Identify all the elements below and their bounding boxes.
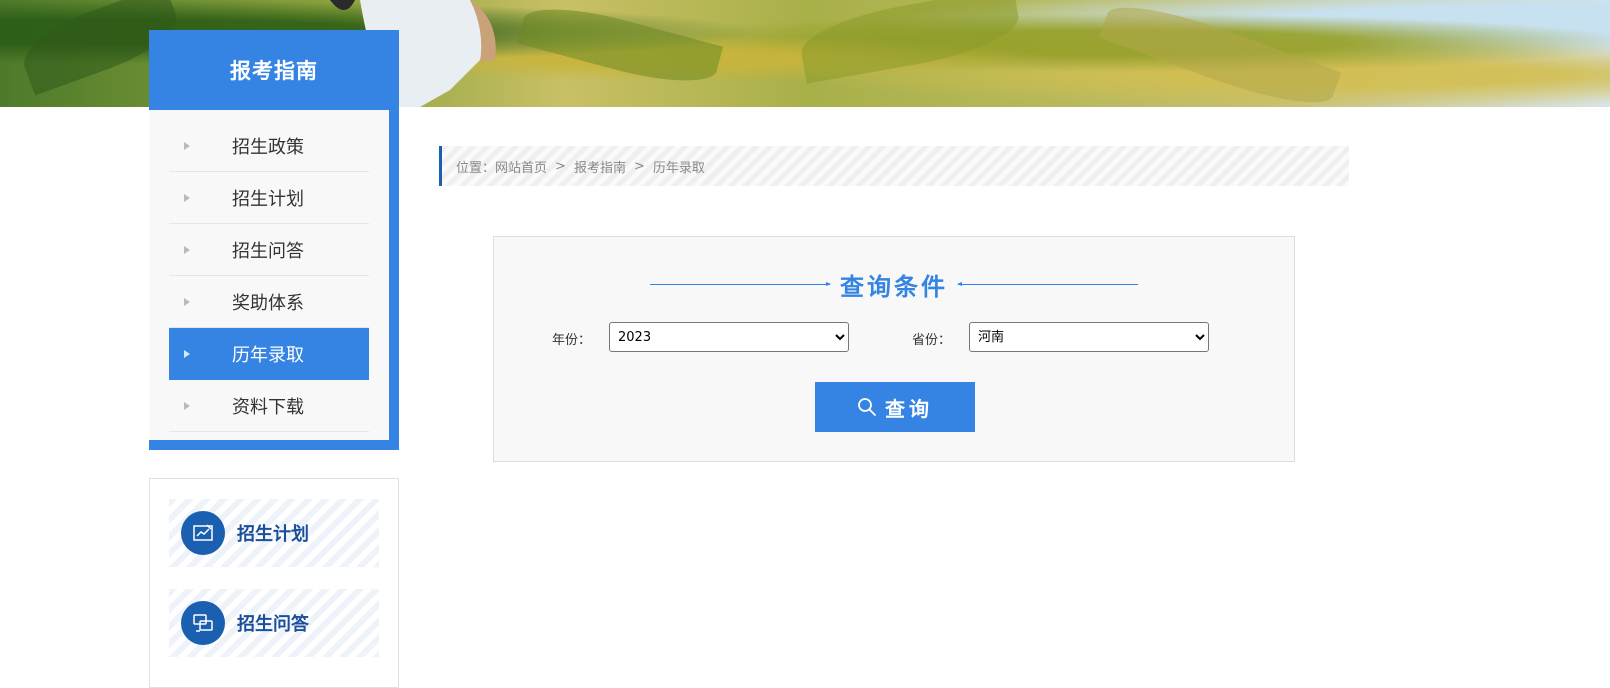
sidebar-item-qa[interactable]: 招生问答 (169, 224, 369, 276)
breadcrumb-separator: > (555, 158, 566, 174)
title-divider-left (650, 282, 831, 286)
query-title: 查询条件 (494, 267, 1294, 302)
sidebar-item-label: 奖助体系 (232, 292, 304, 314)
triangle-right-icon (184, 245, 190, 254)
sidebar-item-label: 资料下载 (232, 396, 304, 418)
breadcrumb-home-link[interactable]: 网站首页 (495, 157, 547, 176)
sidebar-item-downloads[interactable]: 资料下载 (169, 380, 369, 432)
breadcrumb-prefix: 位置： (456, 160, 496, 176)
qa-icon (181, 601, 225, 645)
triangle-right-icon (184, 297, 190, 306)
breadcrumb-current[interactable]: 历年录取 (653, 157, 705, 176)
plan-icon (181, 511, 225, 555)
year-label: 年份： (552, 333, 592, 348)
sidebar-item-policy[interactable]: 招生政策 (169, 120, 369, 172)
query-button-label: 查询 (885, 396, 933, 421)
sidebar-item-admission-history[interactable]: 历年录取 (169, 328, 369, 380)
province-select[interactable]: 河南 (969, 322, 1209, 352)
triangle-right-icon (184, 141, 190, 150)
sidebar-item-plan[interactable]: 招生计划 (169, 172, 369, 224)
province-label: 省份： (912, 333, 952, 348)
sidebar-item-label: 历年录取 (232, 344, 304, 366)
quick-link-qa[interactable]: 招生问答 (169, 589, 379, 657)
quick-links-box: 招生计划 招生问答 (149, 478, 399, 688)
breadcrumb-separator: > (633, 158, 645, 174)
quick-link-label: 招生问答 (237, 614, 309, 635)
sidebar-title: 报考指南 (230, 59, 318, 83)
query-button[interactable]: 查询 (815, 382, 975, 432)
triangle-right-icon (184, 193, 190, 202)
breadcrumb-guide-link[interactable]: 报考指南 (574, 157, 626, 176)
query-title-text: 查询条件 (840, 273, 948, 301)
title-divider-right (957, 282, 1138, 286)
quick-link-label: 招生计划 (237, 524, 309, 545)
search-icon (858, 398, 876, 416)
sidebar-menu: 报考指南 招生政策 招生计划 招生问答 奖助体系 历年录取 资料下载 (149, 30, 399, 450)
year-select[interactable]: 2023 (609, 322, 849, 352)
sidebar-item-label: 招生政策 (232, 136, 304, 158)
triangle-right-icon (184, 349, 190, 358)
triangle-right-icon (184, 401, 190, 410)
quick-link-plan[interactable]: 招生计划 (169, 499, 379, 567)
query-panel: 查询条件 年份： 2023 省份： 河南 查询 (493, 236, 1295, 462)
sidebar-list: 招生政策 招生计划 招生问答 奖助体系 历年录取 资料下载 (149, 110, 389, 440)
sidebar-item-label: 招生计划 (232, 188, 304, 210)
breadcrumb: 位置： 网站首页 > 报考指南 > 历年录取 (439, 146, 1349, 186)
sidebar-item-aid[interactable]: 奖助体系 (169, 276, 369, 328)
sidebar-item-label: 招生问答 (232, 240, 304, 262)
